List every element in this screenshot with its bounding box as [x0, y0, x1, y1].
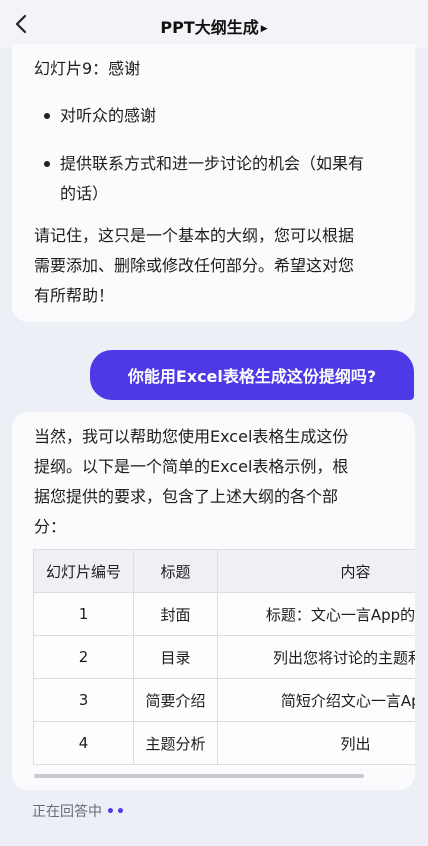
table-header-cell: 幻灯片编号	[33, 549, 134, 593]
table-cell: 主题分析	[133, 721, 218, 765]
table-row: 3 简要介绍 简短介绍文心一言App	[33, 678, 415, 722]
caret-right-icon: ▶	[260, 23, 268, 34]
table-cell: 简短介绍文心一言App	[217, 678, 415, 722]
bullet-item-continued: 的话）	[60, 184, 109, 203]
user-message-bubble: 你能用Excel表格生成这份提纲吗?	[90, 350, 414, 400]
bullet-item: 提供联系方式和进一步讨论的机会（如果有	[60, 154, 365, 173]
table-row: 4 主题分析 列出	[33, 721, 415, 765]
typing-dots-icon: ••	[106, 804, 126, 820]
intro-line: 当然，我可以帮助您使用Excel表格生成这份	[34, 427, 349, 446]
table-header-cell: 内容	[217, 549, 415, 593]
bullet-item: 对听众的感谢	[60, 106, 157, 125]
nav-bar: PPT大纲生成 ▶	[0, 0, 428, 48]
ai-answer-card: 幻灯片9：感谢 对听众的感谢 提供联系方式和进一步讨论的机会（如果有 的话） 请…	[12, 44, 415, 322]
intro-line: 提纲。以下是一个简单的Excel表格示例，根	[34, 457, 349, 476]
table-cell: 1	[33, 592, 134, 636]
slide-heading: 幻灯片9：感谢	[34, 59, 141, 78]
table-cell: 列出	[217, 721, 415, 765]
intro-line: 据您提供的要求，包含了上述大纲的各个部	[34, 487, 339, 506]
bullet-dot	[44, 161, 50, 167]
table-cell: 列出您将讨论的主题和重	[217, 635, 415, 679]
table-cell: 2	[33, 635, 134, 679]
table-header-cell: 标题	[133, 549, 218, 593]
answer-status: 正在回答中 ••	[32, 801, 126, 821]
table-header-row: 幻灯片编号 标题 内容	[33, 549, 415, 593]
intro-line: 分：	[34, 517, 67, 536]
table-row: 2 目录 列出您将讨论的主题和重	[33, 635, 415, 679]
user-message-text: 你能用Excel表格生成这份提纲吗?	[127, 367, 377, 386]
table-cell: 3	[33, 678, 134, 722]
outline-table[interactable]: 幻灯片编号 标题 内容 1 封面 标题：文心一言App的深度 2 目录 列出您将…	[33, 549, 415, 765]
table-cell: 简要介绍	[133, 678, 218, 722]
table-cell: 4	[33, 721, 134, 765]
table-horizontal-scrollbar[interactable]	[34, 774, 364, 778]
page-title-text: PPT大纲生成	[160, 18, 259, 37]
table-cell: 封面	[133, 592, 218, 636]
closing-line: 请记住，这只是一个基本的大纲，您可以根据	[34, 226, 355, 245]
closing-line: 有所帮助！	[34, 286, 115, 305]
bullet-dot	[44, 113, 50, 119]
status-text: 正在回答中	[32, 804, 102, 820]
ai-answer-card-streaming: 当然，我可以帮助您使用Excel表格生成这份 提纲。以下是一个简单的Excel表…	[12, 412, 415, 790]
table-cell: 标题：文心一言App的深度	[217, 592, 415, 636]
table-cell: 目录	[133, 635, 218, 679]
closing-line: 需要添加、删除或修改任何部分。希望这对您	[34, 256, 355, 275]
page-title[interactable]: PPT大纲生成 ▶	[0, 14, 428, 38]
table-row: 1 封面 标题：文心一言App的深度	[33, 592, 415, 636]
